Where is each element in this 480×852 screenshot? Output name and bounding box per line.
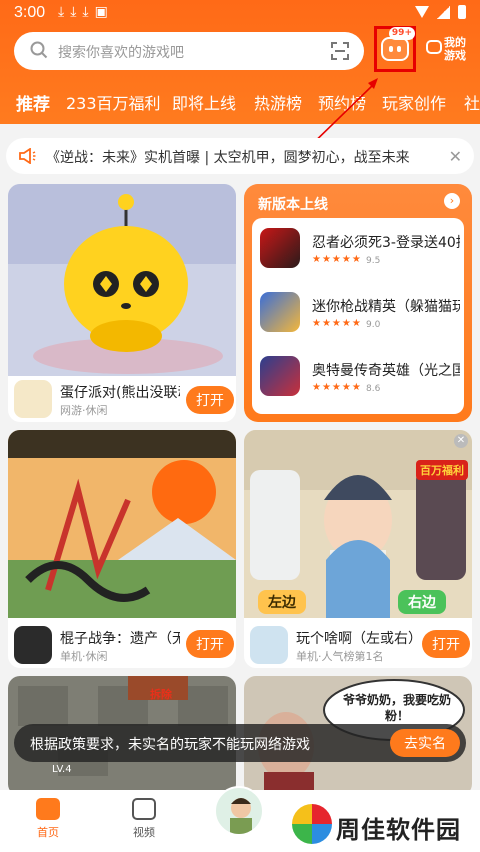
rating-score: 8.6 — [366, 384, 381, 394]
game-title: 忍者必须死3-登录送40抽 — [312, 235, 460, 251]
open-button[interactable]: 打开 — [186, 386, 234, 414]
game-icon — [250, 626, 288, 664]
game-title: 玩个啥啊（左或右） — [296, 631, 416, 647]
download-icon: ⤓ — [82, 4, 89, 20]
rating-score: 9.0 — [366, 320, 381, 330]
speaker-icon — [19, 148, 36, 164]
open-button[interactable]: 打开 — [422, 630, 470, 658]
game-art-tag: 拆除 — [150, 688, 172, 701]
gamepad-icon — [426, 40, 442, 54]
rating-score: 9.5 — [366, 256, 381, 266]
realname-toast: 根据政策要求，未实名的玩家不能玩网络游戏 去实名 — [14, 724, 466, 762]
left-choice-label: 左边 — [258, 590, 306, 614]
realname-button[interactable]: 去实名 — [390, 729, 460, 757]
game-icon — [260, 292, 300, 332]
game-art-image — [8, 430, 236, 618]
pinwheel-logo-icon — [292, 804, 332, 844]
status-time: 3:00 — [14, 4, 46, 21]
notice-bar[interactable]: 《逆战：未来》实机首曝 | 太空机甲，圆梦初心，战至未来 ✕ — [6, 138, 474, 174]
robot-icon — [381, 37, 409, 61]
tab-recommend[interactable]: 推荐 — [16, 90, 50, 115]
status-system-icons — [415, 5, 466, 19]
game-subtitle: 单机·休闲 — [60, 650, 108, 663]
game-title: 蛋仔派对(熊出没联动) — [60, 385, 180, 401]
promo-badge[interactable]: 百万福利 — [416, 460, 468, 480]
search-input[interactable]: 搜索你喜欢的游戏吧 — [14, 32, 364, 70]
notice-text: 《逆战：未来》实机首曝 | 太空机甲，圆梦初心，战至未来 — [46, 150, 410, 166]
watermark-text: 周佳软件园 — [336, 816, 461, 844]
game-title: 棍子战争：遗产（无… — [60, 631, 180, 647]
game-title: 奥特曼传奇英雄（光之国… — [312, 363, 460, 379]
game-icon — [14, 380, 52, 418]
open-button[interactable]: 打开 — [186, 630, 234, 658]
game-card-left-or-right[interactable]: 左边 右边 百万福利 ✕ 玩个啥啊（左或右） 单机·人气榜第1名 打开 — [244, 430, 472, 668]
game-subtitle: 网游·休闲 — [60, 404, 108, 417]
my-games-button[interactable]: 我的游戏 — [426, 36, 472, 66]
rating-stars: ★★★★★ — [312, 318, 362, 329]
search-icon — [30, 41, 48, 59]
right-choice-label: 右边 — [398, 590, 446, 614]
close-icon[interactable]: ✕ — [449, 147, 462, 166]
nav-home[interactable]: 首页 — [28, 798, 68, 840]
wifi-icon — [415, 6, 429, 18]
list-item[interactable]: 迷你枪战精英（躲猫猫玩… ★★★★★ 9.0 — [260, 292, 460, 344]
app-header: 3:00 ⤓ ⤓ ⤓ ▣ 搜索你喜欢的游戏吧 99+ 我的游戏 推荐 233百万… — [0, 0, 480, 124]
signal-icon — [437, 5, 450, 19]
status-notification-icons: ⤓ ⤓ ⤓ ▣ — [58, 4, 108, 20]
nav-video-label: 视频 — [133, 826, 155, 839]
game-subtitle: 单机·人气榜第1名 — [296, 650, 384, 663]
new-release-list: 忍者必须死3-登录送40抽 ★★★★★ 9.5 迷你枪战精英（躲猫猫玩… ★★★… — [252, 218, 464, 414]
tab-more[interactable]: 社 — [464, 90, 480, 114]
search-placeholder: 搜索你喜欢的游戏吧 — [58, 45, 184, 61]
list-item[interactable]: 奥特曼传奇英雄（光之国… ★★★★★ 8.6 — [260, 356, 460, 408]
rating-stars: ★★★★★ — [312, 382, 362, 393]
nav-video[interactable]: 视频 — [124, 798, 164, 840]
level-label: LV.4 — [52, 764, 72, 775]
game-icon — [14, 626, 52, 664]
game-card-egg-party[interactable]: 蛋仔派对(熊出没联动) 网游·休闲 打开 — [8, 184, 236, 422]
tab-233-welfare[interactable]: 233百万福利 — [66, 90, 161, 114]
game-icon — [260, 228, 300, 268]
download-icon: ⤓ — [70, 4, 77, 20]
nav-home-label: 首页 — [37, 826, 59, 839]
chevron-right-icon[interactable]: › — [444, 193, 460, 209]
tab-upcoming[interactable]: 即将上线 — [172, 90, 236, 114]
watermark-logo: 周佳软件园 — [286, 800, 476, 848]
download-icon: ⤓ — [58, 4, 65, 20]
game-icon — [260, 356, 300, 396]
home-gamepad-icon — [36, 798, 60, 820]
battery-icon — [458, 5, 466, 19]
avatar[interactable] — [214, 786, 264, 836]
game-card-stick-war[interactable]: 棍子战争：遗产（无… 单机·休闲 打开 — [8, 430, 236, 668]
scan-icon[interactable] — [330, 41, 350, 61]
rating-stars: ★★★★★ — [312, 254, 362, 265]
category-tabs: 推荐 233百万福利 即将上线 热游榜 预约榜 玩家创作 社 — [0, 86, 480, 118]
close-icon[interactable]: ✕ — [454, 434, 468, 448]
app-icon: ▣ — [94, 4, 108, 20]
toast-text: 根据政策要求，未实名的玩家不能玩网络游戏 — [30, 737, 310, 753]
game-title: 迷你枪战精英（躲猫猫玩… — [312, 299, 460, 315]
message-badge: 99+ — [388, 27, 415, 40]
game-art-image — [8, 184, 236, 376]
video-icon — [132, 798, 156, 820]
my-games-label: 我的游戏 — [444, 36, 466, 62]
tab-creations[interactable]: 玩家创作 — [382, 90, 446, 114]
status-bar: 3:00 ⤓ ⤓ ⤓ ▣ — [0, 0, 480, 26]
new-release-panel: 新版本上线 › 忍者必须死3-登录送40抽 ★★★★★ 9.5 迷你枪战精英（躲… — [244, 184, 472, 422]
list-item[interactable]: 忍者必须死3-登录送40抽 ★★★★★ 9.5 — [260, 228, 460, 280]
panel-title: 新版本上线 — [258, 197, 328, 213]
speech-bubble-text: 爷爷奶奶，我要吃奶粉！ — [342, 693, 451, 723]
